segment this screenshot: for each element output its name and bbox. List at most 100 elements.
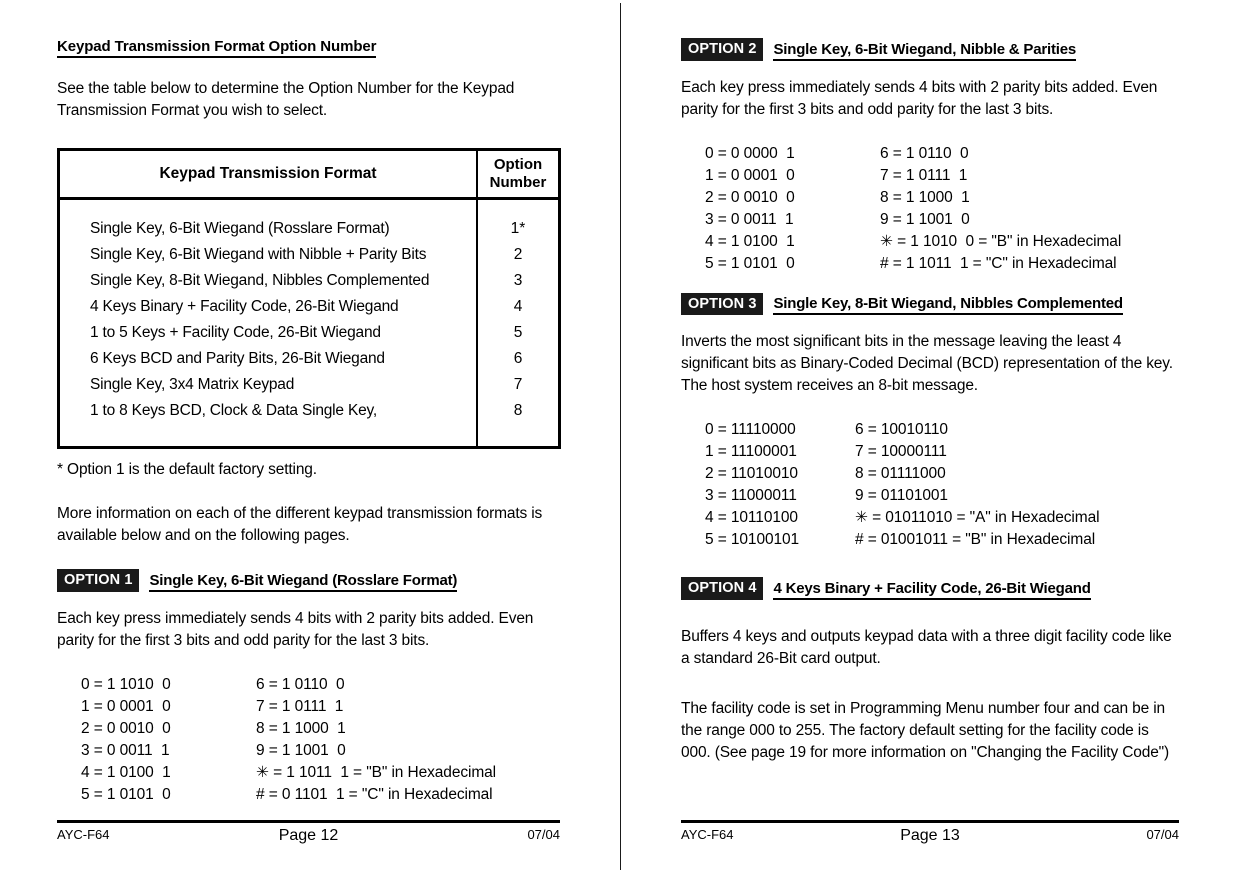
code-entry: 1 = 11100001 [705, 443, 797, 460]
option-3-badge: OPTION 3 [681, 292, 764, 315]
row-option-number: 8 [477, 398, 561, 424]
code-entry: 1 = 0 0001 0 [705, 166, 795, 184]
code-entry: # = 0 1101 1 = "C" in Hexadecimal [256, 785, 493, 803]
code-entry: 9 = 1 1001 0 [880, 210, 970, 228]
intro-paragraph: See the table below to determine the Opt… [57, 80, 515, 119]
table-row: Single Key, 6-Bit Wiegand with Nibble + … [57, 242, 561, 268]
table-spacer-row [57, 198, 561, 216]
code-entry: 7 = 1 0111 1 [880, 166, 968, 184]
option-3-code-list: 0 = 11110000 6 = 10010110 1 = 11100001 7… [705, 419, 1179, 551]
footer-divider [57, 820, 560, 823]
row-format-label: 4 Keys Binary + Facility Code, 26-Bit Wi… [57, 294, 478, 320]
code-entry: ✳ = 1 1011 1 = "B" in Hexadecimal [256, 763, 497, 781]
row-option-number: 6 [477, 346, 561, 372]
option-2-heading: OPTION 2 Single Key, 6-Bit Wiegand, Nibb… [681, 38, 1179, 61]
row-option-number: 2 [477, 242, 561, 268]
table-header: Keypad Transmission Format Option Number [57, 148, 561, 200]
code-entry: 6 = 10010110 [855, 421, 948, 438]
footer-page-number: Page 13 [900, 827, 960, 844]
code-entry: # = 01001011 = "B" in Hexadecimal [855, 531, 1096, 548]
code-entry: # = 1 1011 1 = "C" in Hexadecimal [880, 254, 1117, 272]
option-4-title: 4 Keys Binary + Facility Code, 26-Bit Wi… [773, 580, 1091, 600]
row-option-number: 7 [477, 372, 561, 398]
row-option-number: 3 [477, 268, 561, 294]
column-header-format: Keypad Transmission Format [57, 148, 478, 200]
code-entry: 5 = 1 0101 0 [81, 785, 171, 803]
column-header-option-number: Option Number [477, 148, 561, 200]
table-header-row: Keypad Transmission Format Option Number [57, 148, 561, 200]
code-entry: 6 = 1 0110 0 [256, 675, 345, 693]
keypad-format-table: Keypad Transmission Format Option Number… [57, 148, 561, 449]
code-entry: 8 = 1 1000 1 [256, 719, 346, 737]
option-2-title: Single Key, 6-Bit Wiegand, Nibble & Pari… [773, 41, 1076, 61]
row-option-number: 1* [477, 216, 561, 242]
option-1-badge: OPTION 1 [57, 569, 140, 592]
column-header-option-line2: Number [489, 174, 547, 191]
code-entry: 3 = 11000011 [705, 487, 797, 504]
code-entry: 8 = 01111000 [855, 465, 946, 482]
footer-divider [681, 820, 1179, 823]
page-gutter-divider [620, 3, 621, 870]
code-entry: 9 = 01101001 [855, 487, 948, 504]
footer-row: AYC-F64 Page 12 07/04 [57, 827, 560, 845]
option-3-heading: OPTION 3 Single Key, 8-Bit Wiegand, Nibb… [681, 292, 1179, 315]
code-entry: 9 = 1 1001 0 [256, 741, 346, 759]
option-4-paragraph-2: The facility code is set in Programming … [681, 699, 1170, 761]
table-spacer-cell-number [477, 198, 561, 216]
option-1-code-list: 0 = 1 1010 0 6 = 1 0110 0 1 = 0 0001 0 7… [81, 674, 560, 806]
footer-page-number: Page 12 [278, 827, 339, 844]
table-row: Single Key, 6-Bit Wiegand (Rosslare Form… [57, 216, 561, 242]
code-entry: 7 = 1 0111 1 [256, 697, 344, 715]
page-12-footer: AYC-F64 Page 12 07/04 [57, 820, 560, 845]
code-entry: 0 = 1 1010 0 [81, 675, 171, 693]
table-footnote: * Option 1 is the default factory settin… [57, 461, 317, 478]
column-header-option-line1: Option [493, 156, 543, 173]
code-entry: 1 = 0 0001 0 [81, 697, 171, 715]
option-1-title: Single Key, 6-Bit Wiegand (Rosslare Form… [149, 572, 457, 592]
row-format-label: 6 Keys BCD and Parity Bits, 26-Bit Wiega… [57, 346, 478, 372]
table-spacer-cell-format [57, 198, 478, 216]
row-format-label: Single Key, 6-Bit Wiegand with Nibble + … [57, 242, 478, 268]
page-13: OPTION 2 Single Key, 6-Bit Wiegand, Nibb… [620, 0, 1239, 873]
code-entry: 5 = 10100101 [705, 531, 800, 548]
table-row: Single Key, 3x4 Matrix Keypad 7 [57, 372, 561, 398]
more-info-paragraph: More information on each of the differen… [57, 505, 543, 544]
code-entry: 0 = 11110000 [705, 421, 796, 438]
table-row: 4 Keys Binary + Facility Code, 26-Bit Wi… [57, 294, 561, 320]
code-entry: 4 = 1 0100 1 [705, 232, 795, 250]
row-format-label: 1 to 8 Keys BCD, Clock & Data Single Key… [57, 398, 478, 424]
footer-row: AYC-F64 Page 13 07/04 [681, 827, 1179, 845]
row-option-number: 4 [477, 294, 561, 320]
code-entry: 2 = 0 0010 0 [81, 719, 171, 737]
option-3-title: Single Key, 8-Bit Wiegand, Nibbles Compl… [773, 295, 1123, 315]
code-entry: 2 = 11010010 [705, 465, 798, 482]
page-title: Keypad Transmission Format Option Number [57, 38, 376, 58]
row-format-label: 1 to 5 Keys + Facility Code, 26-Bit Wieg… [57, 320, 478, 346]
table-spacer-cell-number [477, 424, 561, 449]
table-body: Single Key, 6-Bit Wiegand (Rosslare Form… [57, 198, 561, 449]
code-entry: 0 = 0 0000 1 [705, 144, 795, 162]
table-row: Single Key, 8-Bit Wiegand, Nibbles Compl… [57, 268, 561, 294]
option-4-paragraph-1: Buffers 4 keys and outputs keypad data w… [681, 627, 1172, 667]
page-12: Keypad Transmission Format Option Number… [0, 0, 620, 873]
option-1-heading: OPTION 1 Single Key, 6-Bit Wiegand (Ross… [57, 569, 560, 592]
table-spacer-cell-format [57, 424, 478, 449]
two-page-spread: Keypad Transmission Format Option Number… [0, 0, 1239, 873]
option-2-code-list: 0 = 0 0000 1 6 = 1 0110 0 1 = 0 0001 0 7… [705, 143, 1179, 275]
code-entry: 3 = 0 0011 1 [705, 210, 794, 228]
option-2-badge: OPTION 2 [681, 38, 764, 61]
row-format-label: Single Key, 3x4 Matrix Keypad [57, 372, 478, 398]
code-entry: 7 = 10000111 [855, 443, 947, 460]
table-spacer-row [57, 424, 561, 449]
code-entry: 5 = 1 0101 0 [705, 254, 795, 272]
code-entry: ✳ = 1 1010 0 = "B" in Hexadecimal [880, 232, 1122, 250]
code-entry: 3 = 0 0011 1 [81, 741, 170, 759]
code-entry: 4 = 10110100 [705, 509, 798, 526]
option-4-heading: OPTION 4 4 Keys Binary + Facility Code, … [681, 577, 1179, 600]
page-13-footer: AYC-F64 Page 13 07/04 [681, 820, 1179, 845]
table-row: 1 to 5 Keys + Facility Code, 26-Bit Wieg… [57, 320, 561, 346]
